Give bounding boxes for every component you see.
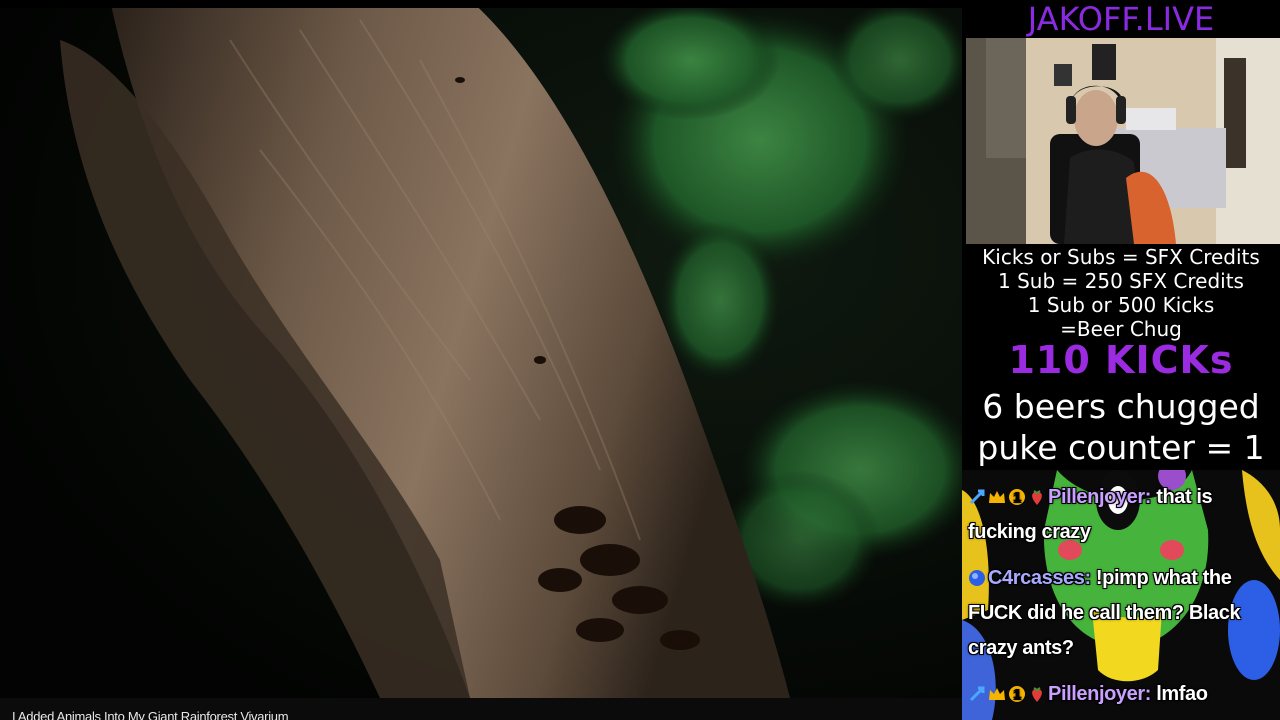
- chat-username[interactable]: Pillenjoyer: [1048, 683, 1145, 705]
- blue-orb-badge-icon: [969, 570, 985, 586]
- video-frame-rainforest-branch: [0, 0, 962, 698]
- svg-text:1: 1: [1014, 687, 1021, 702]
- chat-username[interactable]: C4rcasses: [988, 567, 1085, 589]
- kicks-counter: 110 KICKs: [1008, 338, 1234, 382]
- one-badge-icon: 1: [1009, 686, 1025, 702]
- chat-message: 1 Pillenjoyer: that is fucking crazy: [968, 480, 1274, 550]
- chat-username-separator: :: [1144, 683, 1157, 705]
- info-line-sfx-credits: Kicks or Subs = SFX Credits: [982, 245, 1260, 269]
- info-line-beer-chug-cost: 1 Sub or 500 Kicks: [1027, 293, 1215, 317]
- one-badge-icon: 1: [1009, 489, 1025, 505]
- beers-chugged-counter: 6 beers chugged: [982, 387, 1260, 426]
- strawberry-badge-icon: [1032, 490, 1042, 505]
- crown-badge-icon: [989, 688, 1005, 700]
- chat-message: 1 Pillenjoyer: lmfao: [968, 677, 1274, 712]
- crown-badge-icon: [989, 491, 1005, 503]
- svg-text:1: 1: [1014, 490, 1021, 505]
- channel-name: JAKOFF.LIVE: [1027, 0, 1215, 38]
- webcam-bedroom-scene: [966, 38, 1280, 244]
- chat-overlay: 1 Pillenjoyer: that is fucking crazy C4rc…: [962, 470, 1280, 720]
- chat-username-separator: :: [1084, 567, 1096, 589]
- chat-username-separator: :: [1144, 486, 1157, 508]
- chat-message: C4rcasses: !pimp what the FUCK did he ca…: [968, 561, 1274, 666]
- strawberry-badge-icon: [1032, 687, 1042, 702]
- chat-username[interactable]: Pillenjoyer: [1048, 486, 1145, 508]
- stream-layout: I Added Animals Into My Giant Rainforest…: [0, 0, 1280, 720]
- sword-badge-icon: [969, 686, 985, 702]
- sword-badge-icon: [969, 489, 985, 505]
- chat-message-text: lmfao: [1156, 683, 1208, 705]
- puke-counter: puke counter = 1: [977, 428, 1265, 467]
- info-line-sub-credits: 1 Sub = 250 SFX Credits: [998, 269, 1244, 293]
- webcam-feed: [966, 38, 1280, 244]
- main-video-player[interactable]: [0, 0, 962, 698]
- video-title[interactable]: I Added Animals Into My Giant Rainforest…: [12, 709, 289, 720]
